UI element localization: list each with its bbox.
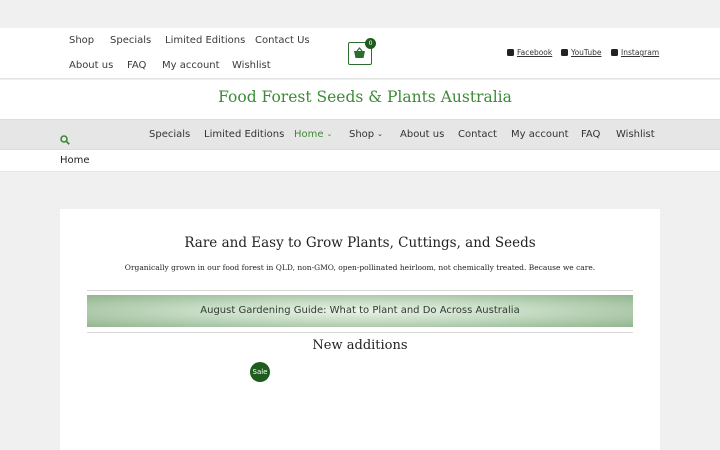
top-link-shop[interactable]: Shop (69, 35, 94, 46)
nav-item-my-account[interactable]: My account (511, 129, 569, 140)
chevron-down-icon: ⌄ (377, 130, 384, 138)
social-facebook-label: Facebook (517, 48, 553, 57)
nav-item-home-label: Home (294, 129, 324, 140)
top-link-limited-editions[interactable]: Limited Editions (165, 35, 245, 46)
page-headline: Rare and Easy to Grow Plants, Cuttings, … (184, 235, 536, 251)
nav-item-contact[interactable]: Contact (458, 129, 497, 140)
basket-icon (354, 47, 365, 58)
cart-count-badge: 0 (365, 38, 376, 49)
chevron-down-icon: ⌄ (326, 130, 333, 138)
breadcrumb-current: Home (60, 155, 90, 166)
social-instagram[interactable]: Instagram (611, 48, 659, 57)
brand-bar: Food Forest Seeds & Plants Australia (0, 80, 720, 119)
sale-badge: Sale (250, 362, 270, 382)
top-link-faq[interactable]: FAQ (127, 60, 146, 71)
page-tagline: Organically grown in our food forest in … (124, 263, 596, 272)
instagram-icon (611, 49, 618, 56)
top-bar: Shop Specials Limited Editions Contact U… (0, 28, 720, 79)
nav-item-shop-label: Shop (349, 129, 375, 140)
social-youtube-label: YouTube (571, 48, 602, 57)
top-link-wishlist[interactable]: Wishlist (232, 60, 271, 71)
content-card: Rare and Easy to Grow Plants, Cuttings, … (60, 209, 660, 450)
social-facebook[interactable]: Facebook (507, 48, 552, 57)
top-link-contact-us[interactable]: Contact Us (255, 35, 310, 46)
nav-item-shop[interactable]: Shop ⌄ (349, 129, 383, 140)
social-youtube[interactable]: YouTube (561, 48, 602, 57)
youtube-icon (561, 49, 568, 56)
divider (87, 290, 633, 291)
facebook-icon (507, 49, 514, 56)
social-instagram-label: Instagram (621, 48, 660, 57)
nav-item-limited-editions[interactable]: Limited Editions (204, 129, 284, 140)
nav-item-faq[interactable]: FAQ (581, 129, 600, 140)
new-additions-heading: New additions (312, 338, 408, 353)
search-icon[interactable] (60, 130, 70, 149)
site-title[interactable]: Food Forest Seeds & Plants Australia (0, 88, 720, 106)
top-link-specials[interactable]: Specials (110, 35, 151, 46)
cart-button[interactable]: 0 (348, 38, 376, 65)
nav-item-specials[interactable]: Specials (149, 129, 190, 140)
top-link-my-account[interactable]: My account (162, 60, 220, 71)
divider (87, 332, 633, 333)
nav-item-wishlist[interactable]: Wishlist (616, 129, 655, 140)
gardening-guide-banner[interactable]: August Gardening Guide: What to Plant an… (87, 295, 633, 327)
breadcrumb: Home (0, 150, 720, 172)
top-link-about-us[interactable]: About us (69, 60, 113, 71)
main-nav: Specials Limited Editions Home ⌄ Shop ⌄ Ab… (0, 119, 720, 150)
nav-item-about-us[interactable]: About us (400, 129, 444, 140)
nav-item-home[interactable]: Home ⌄ (294, 129, 332, 140)
